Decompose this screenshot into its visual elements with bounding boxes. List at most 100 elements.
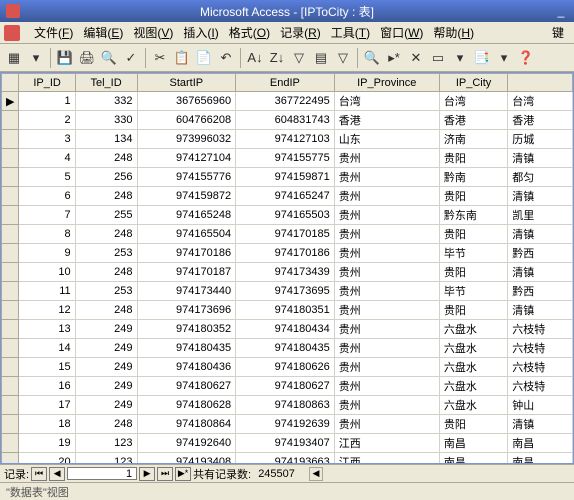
cell[interactable]: 974180351 [236,301,335,320]
cell[interactable]: 17 [19,396,75,415]
cell[interactable]: 黔东南 [439,206,507,225]
table-row[interactable]: 2330604766208604831743香港香港香港 [2,111,573,130]
cell[interactable]: 六盘水 [439,377,507,396]
cell[interactable]: 248 [75,415,137,434]
cell[interactable]: 604831743 [236,111,335,130]
cell[interactable]: 1 [19,92,75,111]
table-row[interactable]: 13249974180352974180434贵州六盘水六枝特 [2,320,573,339]
cell[interactable]: 248 [75,263,137,282]
cell[interactable]: 248 [75,187,137,206]
cell[interactable]: 贵州 [334,415,439,434]
row-selector[interactable] [2,130,19,149]
cell[interactable]: 367656960 [137,92,236,111]
cell[interactable]: 123 [75,453,137,465]
cell[interactable]: 香港 [439,111,507,130]
cell[interactable]: 974127103 [236,130,335,149]
cell[interactable]: 974165504 [137,225,236,244]
row-selector[interactable] [2,244,19,263]
window-button[interactable]: ▭ [428,48,448,68]
cell[interactable]: 332 [75,92,137,111]
cell[interactable]: 253 [75,244,137,263]
cell[interactable]: 南昌 [439,434,507,453]
cell[interactable]: 974165503 [236,206,335,225]
column-header[interactable]: IP_ID [19,74,75,92]
cell[interactable]: 六盘水 [439,396,507,415]
cell[interactable]: 香港 [508,111,573,130]
filter-selection-button[interactable]: ▽ [289,48,309,68]
table-row[interactable]: 3134973996032974127103山东济南历城 [2,130,573,149]
column-header[interactable] [508,74,573,92]
cell[interactable]: 974155776 [137,168,236,187]
cell[interactable]: 10 [19,263,75,282]
row-selector[interactable] [2,320,19,339]
cell[interactable]: 974159871 [236,168,335,187]
cell[interactable]: 974180863 [236,396,335,415]
menu-e[interactable]: 编辑(E) [79,24,127,42]
cell[interactable]: 18 [19,415,75,434]
row-selector[interactable] [2,282,19,301]
row-selector[interactable] [2,434,19,453]
table-row[interactable]: 19123974192640974193407江西南昌南昌 [2,434,573,453]
copy-button[interactable]: 📋 [172,48,192,68]
hscroll-left-icon[interactable]: ◀ [309,467,323,481]
datasheet-grid[interactable]: IP_IDTel_IDStartIPEndIPIP_ProvinceIP_Cit… [0,72,574,464]
cell[interactable]: 贵阳 [439,149,507,168]
spell-button[interactable]: ✓ [121,48,141,68]
cell[interactable]: 六枝特 [508,320,573,339]
menu-v[interactable]: 视图(V) [129,24,177,42]
cell[interactable]: 贵阳 [439,301,507,320]
cell[interactable]: 南昌 [508,453,573,465]
table-row[interactable]: 11253974173440974173695贵州毕节黔西 [2,282,573,301]
cell[interactable]: 15 [19,358,75,377]
next-record-button[interactable]: ▶ [139,467,155,481]
cell[interactable]: 6 [19,187,75,206]
cell[interactable]: 974193663 [236,453,335,465]
cell[interactable]: 974170185 [236,225,335,244]
cell[interactable]: 清镇 [508,225,573,244]
row-selector[interactable] [2,149,19,168]
cell[interactable]: 974180352 [137,320,236,339]
cell[interactable]: 六枝特 [508,377,573,396]
cell[interactable]: 7 [19,206,75,225]
row-selector[interactable] [2,225,19,244]
cell[interactable]: 六盘水 [439,320,507,339]
undo-button[interactable]: ↶ [216,48,236,68]
cell[interactable]: 台湾 [334,92,439,111]
column-header[interactable]: IP_City [439,74,507,92]
cell[interactable]: 974180434 [236,320,335,339]
cell[interactable]: 黔西 [508,282,573,301]
cell[interactable]: 974180628 [137,396,236,415]
table-row[interactable]: 10248974170187974173439贵州贵阳清镇 [2,263,573,282]
row-selector[interactable]: ▶ [2,92,19,111]
cell[interactable]: 974173439 [236,263,335,282]
cell[interactable]: 南昌 [439,453,507,465]
cell[interactable]: 贵州 [334,377,439,396]
cell[interactable]: 清镇 [508,301,573,320]
cell[interactable]: 330 [75,111,137,130]
cell[interactable]: 974180864 [137,415,236,434]
row-selector[interactable] [2,358,19,377]
cell[interactable]: 974180436 [137,358,236,377]
cell[interactable]: 974159872 [137,187,236,206]
first-record-button[interactable]: ⏮ [31,467,47,481]
row-selector[interactable] [2,377,19,396]
table-row[interactable]: 20123974193408974193663江西南昌南昌 [2,453,573,465]
cell[interactable]: 249 [75,396,137,415]
row-selector[interactable] [2,263,19,282]
cell[interactable]: 249 [75,320,137,339]
cell[interactable]: 贵州 [334,263,439,282]
cell[interactable]: 973996032 [137,130,236,149]
cell[interactable]: 香港 [334,111,439,130]
cell[interactable]: 贵州 [334,320,439,339]
cell[interactable]: 974155775 [236,149,335,168]
cell[interactable]: 248 [75,225,137,244]
data-table[interactable]: IP_IDTel_IDStartIPEndIPIP_ProvinceIP_Cit… [1,73,573,464]
menu-o[interactable]: 格式(O) [225,24,274,42]
cell[interactable]: 5 [19,168,75,187]
table-row[interactable]: 8248974165504974170185贵州贵阳清镇 [2,225,573,244]
cell[interactable]: 11 [19,282,75,301]
cell[interactable]: 248 [75,149,137,168]
prev-record-button[interactable]: ◀ [49,467,65,481]
column-header[interactable]: IP_Province [334,74,439,92]
dropdown-icon[interactable]: ▾ [450,48,470,68]
